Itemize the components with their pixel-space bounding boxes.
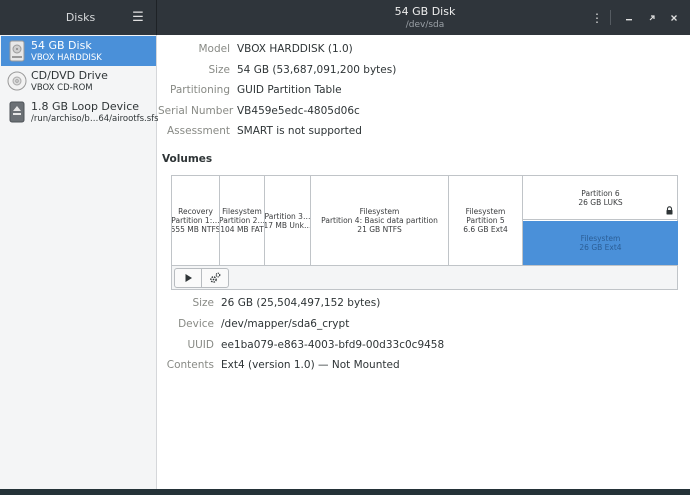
drive-item-54gb-disk[interactable]: 54 GB Disk VBOX HARDDISK — [1, 36, 156, 66]
drive-list: 54 GB Disk VBOX HARDDISK CD/DVD Drive VB… — [0, 35, 159, 489]
close-icon — [671, 15, 677, 21]
partition-type: Filesystem — [222, 207, 262, 216]
partition-5-segment[interactable]: Filesystem Partition 5 6.6 GB Ext4 — [449, 176, 523, 265]
partitioning-label: Partitioning — [170, 84, 230, 96]
drive-item-cd-dvd[interactable]: CD/DVD Drive VBOX CD-ROM — [1, 66, 156, 96]
partition-1-segment[interactable]: Recovery Partition 1:… 555 MB NTFS — [172, 176, 220, 265]
partition-options-button[interactable] — [201, 268, 229, 288]
vertical-dots-icon: ⋮ — [591, 11, 603, 25]
partition-name: Partition 1:… — [172, 216, 220, 225]
minimize-icon — [626, 19, 632, 21]
drive-name: 54 GB Disk — [31, 39, 92, 52]
partition-2-segment[interactable]: Filesystem Partition 2… 104 MB FAT — [220, 176, 265, 265]
header-separator — [610, 10, 611, 25]
partition-type: Filesystem — [359, 207, 400, 216]
partition-4-segment[interactable]: Filesystem Partition 4: Basic data parti… — [311, 176, 449, 265]
volume-size-label: Size — [192, 297, 214, 309]
mount-button[interactable] — [174, 268, 202, 288]
loop-device-icon — [9, 101, 25, 123]
minimize-button[interactable] — [620, 9, 638, 27]
drive-description: VBOX HARDDISK — [31, 53, 102, 63]
partition-name: Partition 4: Basic data partition — [321, 216, 438, 225]
drive-description: /run/archiso/b…64/airootfs.sfs — [31, 114, 159, 124]
app-menu-button[interactable]: ☰ — [130, 10, 146, 25]
drive-menu-button[interactable]: ⋮ — [588, 9, 606, 27]
assessment-value: SMART is not supported — [237, 125, 362, 137]
partition-6-segment[interactable]: Partition 6 26 GB LUKS — [523, 176, 678, 220]
partition-size: 26 GB Ext4 — [579, 243, 622, 252]
hamburger-icon: ☰ — [132, 10, 144, 25]
partition-3-segment[interactable]: Partition 3… 17 MB Unk… — [265, 176, 311, 265]
optical-disc-icon — [7, 71, 27, 91]
size-label: Size — [208, 64, 230, 76]
drive-item-loop-device[interactable]: 1.8 GB Loop Device /run/archiso/b…64/air… — [1, 97, 159, 127]
window-title: 54 GB Disk — [394, 5, 456, 18]
uuid-label: UUID — [187, 339, 214, 351]
partition-type: Filesystem — [465, 207, 506, 216]
assessment-label: Assessment — [167, 125, 230, 137]
partition-type: Recovery — [178, 207, 213, 216]
uuid-value: ee1ba079-e863-4003-bfd9-00d33c0c9458 — [221, 339, 445, 351]
volume-map: Recovery Partition 1:… 555 MB NTFS Files… — [171, 175, 678, 266]
partition-size: 17 MB Unk… — [265, 220, 311, 230]
close-button[interactable] — [665, 9, 683, 27]
partition-size: 6.6 GB Ext4 — [463, 225, 508, 234]
model-value: VBOX HARDDISK (1.0) — [237, 43, 353, 55]
partition-type: Filesystem — [580, 234, 621, 243]
disks-window: Disks ☰ 54 GB Disk /dev/sda ⋮ 54 GB Disk… — [0, 0, 690, 489]
partition-size: 555 MB NTFS — [172, 225, 220, 234]
hard-disk-icon — [9, 40, 25, 62]
partition-name: Partition 6 — [581, 188, 620, 198]
selected-filesystem-segment[interactable]: Filesystem 26 GB Ext4 — [523, 221, 678, 265]
maximize-button[interactable] — [643, 9, 661, 27]
device-value: /dev/mapper/sda6_crypt — [221, 318, 350, 330]
model-label: Model — [198, 43, 230, 55]
gears-icon — [210, 272, 221, 283]
serial-number-value: VB459e5edc-4805d06c — [237, 105, 360, 117]
device-label: Device — [178, 318, 214, 330]
partition-name: Partition 2… — [220, 216, 265, 225]
disk-details: Model VBOX HARDDISK (1.0) Size 54 GB (53… — [158, 35, 690, 489]
size-value: 54 GB (53,687,091,200 bytes) — [237, 64, 397, 76]
drive-name: 1.8 GB Loop Device — [31, 100, 140, 113]
partition-size: 104 MB FAT — [220, 225, 264, 234]
partition-size: 26 GB LUKS — [578, 197, 623, 207]
partition-name: Partition 3… — [265, 211, 311, 221]
drive-description: VBOX CD-ROM — [31, 83, 93, 93]
maximize-icon — [649, 15, 655, 21]
serial-number-label: Serial Number — [158, 105, 234, 117]
volume-toolbar — [171, 266, 678, 290]
header-bar: Disks ☰ 54 GB Disk /dev/sda ⋮ — [0, 0, 690, 35]
volume-size-value: 26 GB (25,504,497,152 bytes) — [221, 297, 381, 309]
desktop-background — [0, 489, 690, 495]
play-icon — [185, 274, 192, 282]
window-subtitle: /dev/sda — [405, 20, 445, 30]
contents-value: Ext4 (version 1.0) — Not Mounted — [221, 359, 400, 371]
lock-icon — [666, 206, 673, 215]
contents-label: Contents — [166, 359, 214, 371]
partitioning-value: GUID Partition Table — [237, 84, 342, 96]
volumes-heading: Volumes — [162, 153, 213, 165]
drive-name: CD/DVD Drive — [31, 69, 108, 82]
partition-name: Partition 5 — [466, 216, 505, 225]
partition-size: 21 GB NTFS — [357, 225, 402, 234]
